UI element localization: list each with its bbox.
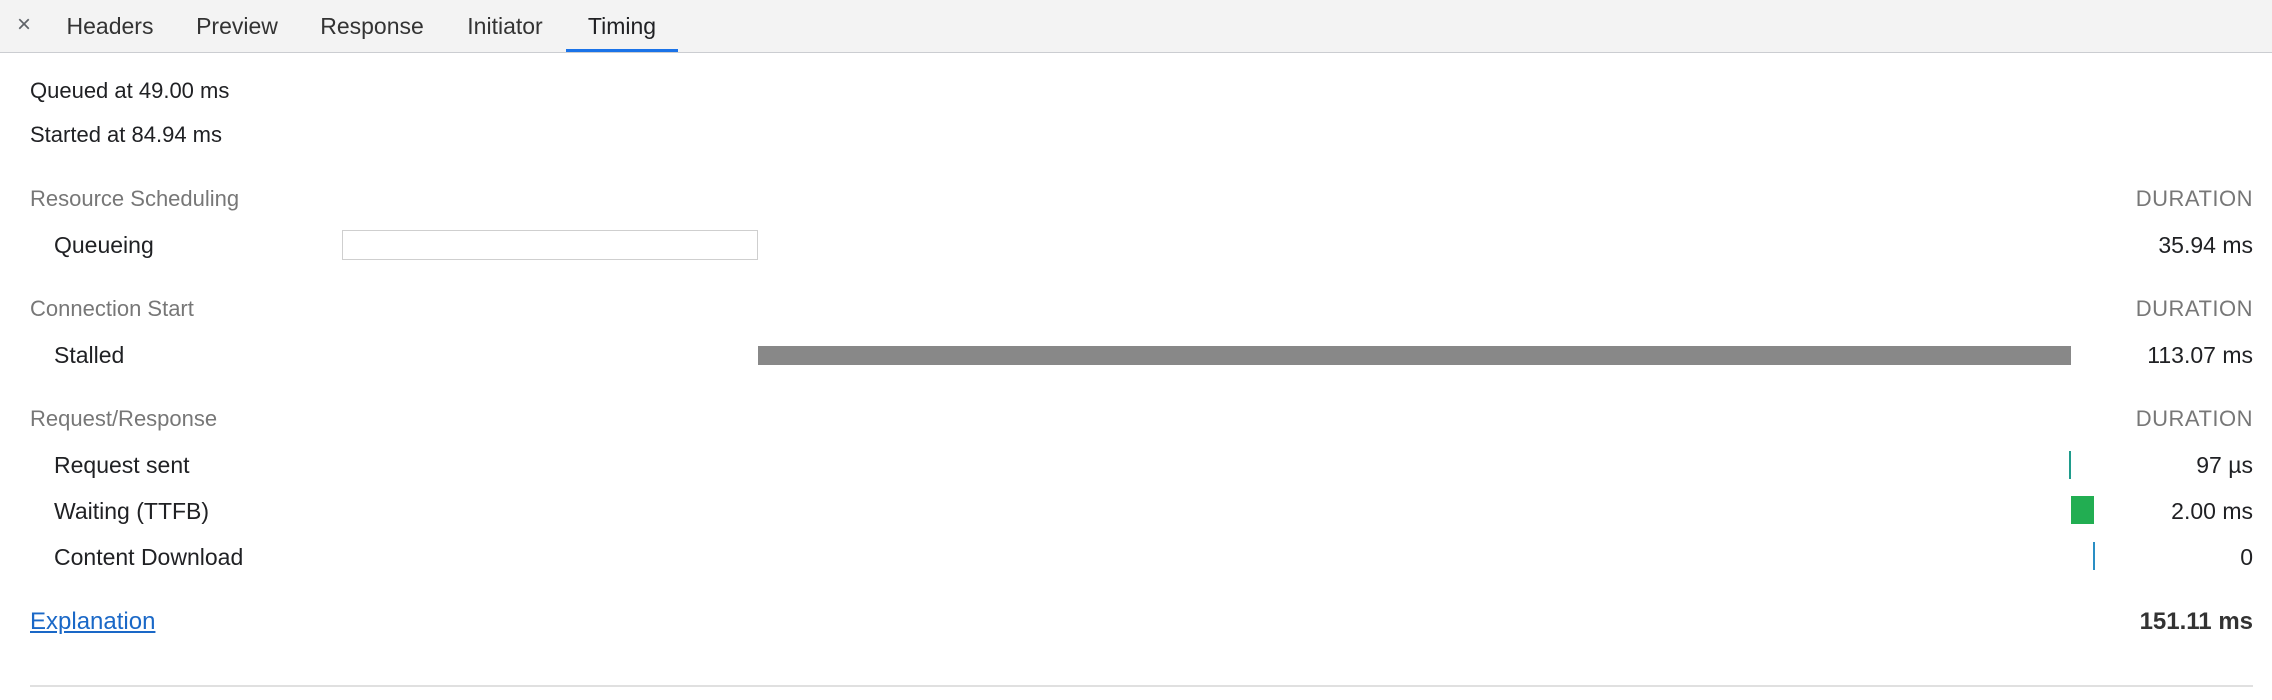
stalled-bar (758, 346, 2071, 365)
row-label-content-download: Content Download (54, 544, 244, 570)
explanation-link[interactable]: Explanation (30, 608, 155, 636)
tab-preview[interactable]: Preview (181, 0, 293, 52)
row-value-stalled: 113.07 ms (2147, 342, 2253, 368)
duration-header: DURATION (2135, 296, 2253, 321)
row-value-queueing: 35.94 ms (2158, 232, 2253, 258)
waiting-ttfb-bar (2071, 496, 2094, 524)
row-value-content-download: 0 (2240, 544, 2253, 570)
section-title-request-response: Request/Response (30, 406, 218, 431)
row-label-queueing: Queueing (54, 232, 154, 258)
section-title-connection-start: Connection Start (30, 296, 194, 321)
queueing-bar (342, 230, 758, 260)
row-label-stalled: Stalled (54, 342, 125, 368)
row-value-request-sent: 97 µs (2196, 452, 2253, 478)
request-sent-bar (2069, 451, 2071, 479)
row-label-waiting-ttfb: Waiting (TTFB) (54, 498, 210, 524)
total-duration: 151.11 ms (2139, 608, 2253, 635)
duration-header: DURATION (2135, 186, 2253, 211)
tab-timing[interactable]: Timing (566, 0, 678, 52)
started-at-text: Started at 84.94 ms (30, 122, 222, 147)
close-icon[interactable]: × (12, 10, 36, 40)
row-value-waiting-ttfb: 2.00 ms (2171, 498, 2253, 524)
tab-response[interactable]: Response (306, 0, 438, 52)
content-download-bar (2093, 542, 2095, 570)
duration-header: DURATION (2135, 406, 2253, 431)
tab-headers[interactable]: Headers (48, 0, 172, 52)
divider (30, 685, 2253, 687)
row-label-request-sent: Request sent (54, 452, 190, 478)
section-title-resource-scheduling: Resource Scheduling (30, 186, 240, 211)
tab-initiator[interactable]: Initiator (452, 0, 558, 52)
tab-bar: × Headers Preview Response Initiator Tim… (0, 0, 2272, 53)
queued-at-text: Queued at 49.00 ms (30, 78, 230, 103)
